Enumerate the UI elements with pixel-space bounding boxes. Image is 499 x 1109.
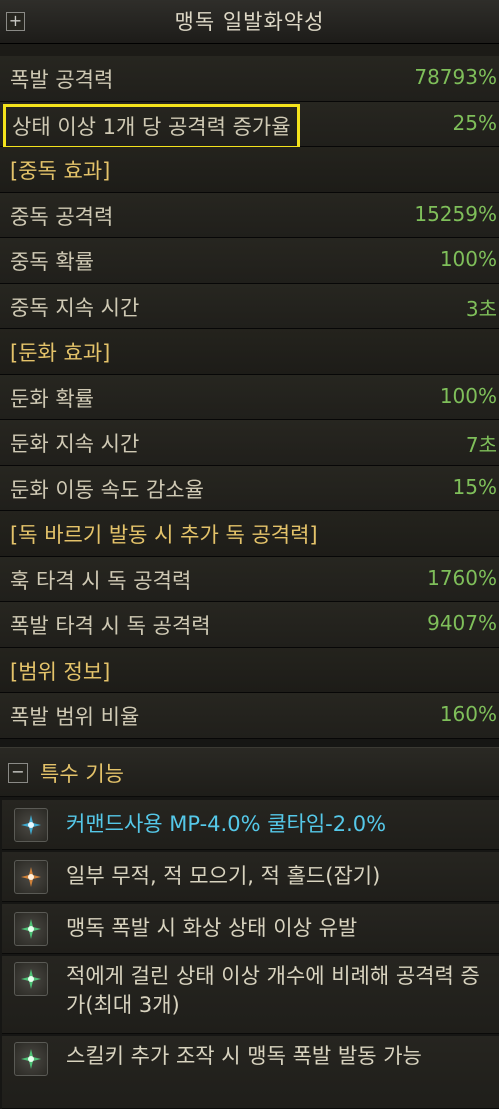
stat-label: 둔화 확률 — [10, 386, 94, 411]
stat-label: 훅 타격 시 독 공격력 — [10, 568, 192, 593]
stat-row: 둔화 확률 100% — [0, 374, 499, 420]
stat-row: 둔화 지속 시간 7초 — [0, 420, 499, 466]
special-functions-header: − 특수 기능 — [0, 747, 499, 797]
green-swirl-icon — [14, 962, 48, 996]
section-header-poison-coating: [독 바르기 발동 시 추가 독 공격력] — [0, 511, 499, 557]
stat-value: 25% — [452, 110, 497, 135]
skill-title: 맹독 일발화약성 — [174, 10, 325, 34]
stat-value: 15% — [452, 474, 497, 499]
stat-row: 폭발 타격 시 독 공격력 9407% — [0, 602, 499, 648]
stat-label: 둔화 이동 속도 감소율 — [10, 477, 204, 502]
stat-label: 폭발 타격 시 독 공격력 — [10, 614, 211, 638]
stat-row: 중독 공격력 15259% — [0, 192, 499, 238]
special-item-text: 스킬키 추가 조작 시 맹독 폭발 발동 가능 — [66, 1044, 422, 1068]
stats-list: 폭발 공격력 78793% 상태 이상 1개 당 공격력 증가율 25% [중독… — [0, 56, 499, 739]
header-divider — [0, 44, 499, 56]
section-label: [중독 효과] — [10, 159, 111, 183]
stat-value: 3초 — [465, 296, 497, 321]
stat-label: 중독 지속 시간 — [10, 295, 140, 320]
stat-row: 폭발 공격력 78793% — [0, 56, 499, 102]
special-item: 일부 무적, 적 모으기, 적 홀드(잡기) — [2, 852, 499, 902]
stat-row-highlighted: 상태 이상 1개 당 공격력 증가율 25% — [0, 101, 499, 149]
stat-value: 100% — [439, 247, 497, 271]
stat-row: 둔화 이동 속도 감소율 15% — [0, 465, 499, 511]
section-header-range: [범위 정보] — [0, 647, 499, 693]
stat-value: 78793% — [414, 65, 497, 89]
stat-value: 15259% — [414, 201, 497, 226]
skill-header: + 맹독 일발화약성 — [0, 0, 499, 44]
special-item-text: 커맨드사용 MP-4.0% 쿨타임-2.0% — [66, 812, 387, 836]
orange-swirl-icon — [14, 860, 48, 894]
stat-label: 폭발 범위 비율 — [10, 705, 140, 729]
stat-row: 폭발 범위 비율 160% — [0, 693, 499, 739]
collapse-button[interactable]: − — [8, 763, 28, 783]
stat-label: 둔화 지속 시간 — [10, 432, 140, 456]
stat-label: 상태 이상 1개 당 공격력 증가율 — [3, 103, 300, 149]
special-item-text: 적에게 걸린 상태 이상 개수에 비례해 공격력 증가(최대 3개) — [66, 964, 480, 1017]
cyan-swirl-icon — [14, 808, 48, 842]
section-label: [범위 정보] — [10, 659, 111, 684]
stat-value: 100% — [439, 383, 497, 408]
section-header-poison: [중독 효과] — [0, 147, 499, 193]
stat-label: 폭발 공격력 — [10, 68, 114, 92]
section-label: [둔화 효과] — [10, 341, 111, 365]
stat-row: 중독 지속 시간 3초 — [0, 283, 499, 329]
section-label: [독 바르기 발동 시 추가 독 공격력] — [10, 523, 318, 547]
stat-value: 9407% — [427, 611, 497, 635]
special-item: 맹독 폭발 시 화상 상태 이상 유발 — [2, 904, 499, 954]
stat-label: 중독 공격력 — [10, 204, 114, 229]
stat-row: 훅 타격 시 독 공격력 1760% — [0, 556, 499, 602]
special-item: 스킬키 추가 조작 시 맹독 폭발 발동 가능 — [2, 1036, 499, 1109]
green-swirl-icon — [14, 912, 48, 946]
special-item: 적에게 걸린 상태 이상 개수에 비례해 공격력 증가(최대 3개) — [2, 956, 499, 1034]
stat-value: 7초 — [465, 433, 497, 457]
stat-label: 중독 확률 — [10, 250, 94, 274]
special-item: 커맨드사용 MP-4.0% 쿨타임-2.0% — [2, 800, 499, 850]
green-swirl-icon — [14, 1042, 48, 1076]
stat-row: 중독 확률 100% — [0, 238, 499, 284]
stat-value: 1760% — [427, 565, 497, 590]
special-item-text: 맹독 폭발 시 화상 상태 이상 유발 — [66, 916, 358, 940]
special-functions-title: 특수 기능 — [40, 762, 124, 786]
section-header-slow: [둔화 효과] — [0, 329, 499, 375]
stat-value: 160% — [439, 702, 497, 726]
special-item-text: 일부 무적, 적 모으기, 적 홀드(잡기) — [66, 864, 381, 888]
